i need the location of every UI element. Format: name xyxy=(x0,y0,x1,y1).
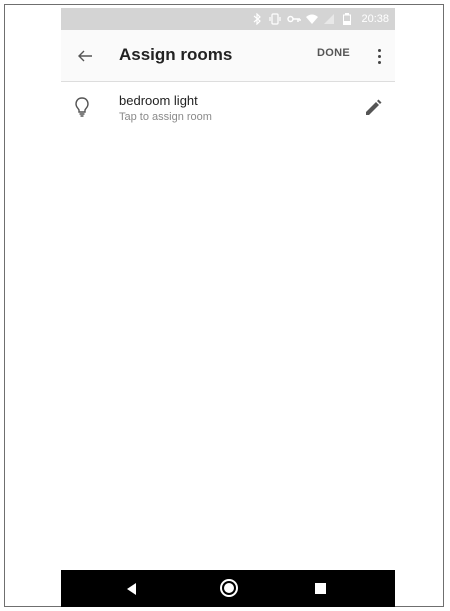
more-vert-icon-dot xyxy=(377,60,381,64)
nav-back-icon[interactable] xyxy=(124,581,140,597)
more-options-button[interactable] xyxy=(369,44,389,68)
more-vert-icon-dot xyxy=(377,54,381,58)
vpn-key-icon xyxy=(287,13,302,25)
device-list: bedroom light Tap to assign room xyxy=(61,82,395,136)
page-title: Assign rooms xyxy=(119,45,233,64)
signal-icon xyxy=(323,13,335,25)
app-bar: Assign rooms DONE xyxy=(61,30,395,82)
back-button[interactable] xyxy=(69,40,101,72)
more-vert-icon xyxy=(377,48,381,52)
vibrate-icon xyxy=(269,13,282,25)
status-bar: 20:38 xyxy=(61,8,395,30)
nav-recents-icon[interactable] xyxy=(315,583,326,594)
device-name: bedroom light xyxy=(119,93,198,108)
wifi-icon xyxy=(305,13,319,25)
battery-icon xyxy=(341,13,353,25)
arrow-back-icon xyxy=(78,50,92,62)
phone-screen: 20:38 Assign rooms DONE bedroom light Ta… xyxy=(61,8,395,607)
bluetooth-icon xyxy=(251,12,263,26)
done-button[interactable]: DONE xyxy=(317,47,350,59)
status-time: 20:38 xyxy=(361,13,389,25)
edit-pencil-icon[interactable] xyxy=(363,98,383,118)
lightbulb-icon xyxy=(75,97,89,117)
nav-home-icon[interactable] xyxy=(219,578,239,598)
system-nav-bar xyxy=(61,570,395,607)
device-list-item[interactable]: bedroom light Tap to assign room xyxy=(61,82,395,136)
device-subtitle: Tap to assign room xyxy=(119,111,212,123)
